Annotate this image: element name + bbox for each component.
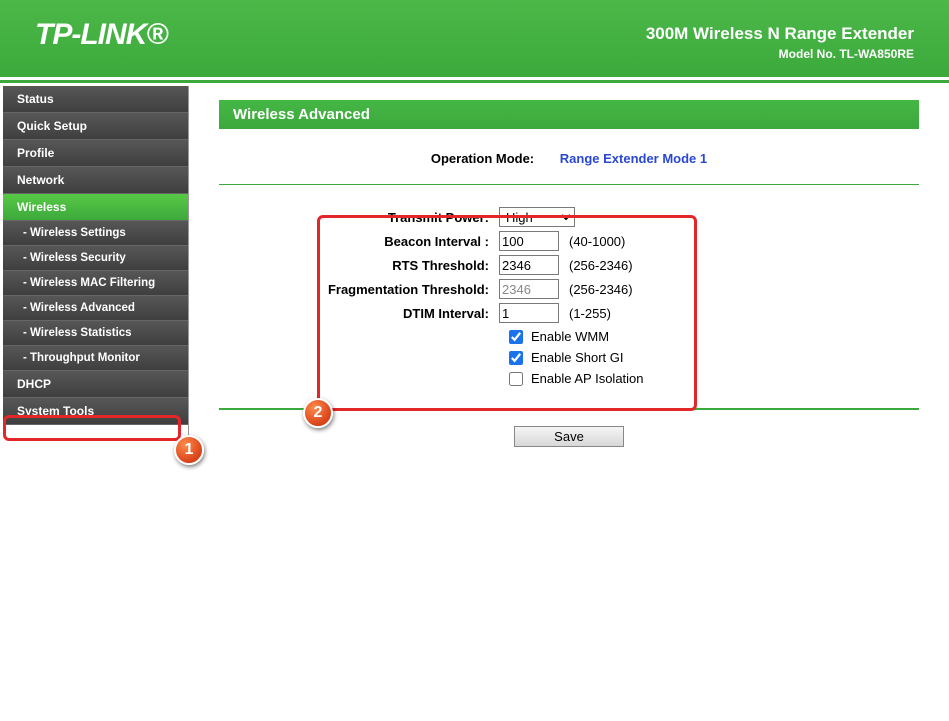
frag-threshold-hint: (256-2346) bbox=[569, 282, 633, 297]
transmit-power-label: Transmit Power: bbox=[219, 210, 499, 225]
sidebar-item-network[interactable]: Network bbox=[3, 167, 188, 194]
frag-threshold-input[interactable] bbox=[499, 279, 559, 299]
enable-short-gi-label: Enable Short GI bbox=[531, 350, 624, 365]
enable-ap-isolation-checkbox[interactable] bbox=[509, 372, 523, 386]
enable-wmm-checkbox[interactable] bbox=[509, 330, 523, 344]
rts-threshold-label: RTS Threshold: bbox=[219, 258, 499, 273]
rts-threshold-input[interactable] bbox=[499, 255, 559, 275]
sidebar-item--throughput-monitor[interactable]: - Throughput Monitor bbox=[3, 346, 188, 371]
sidebar-item-status[interactable]: Status bbox=[3, 86, 188, 113]
sidebar-item-quick-setup[interactable]: Quick Setup bbox=[3, 113, 188, 140]
sidebar-item-system-tools[interactable]: System Tools bbox=[3, 398, 188, 425]
sidebar-item-wireless[interactable]: Wireless bbox=[3, 194, 188, 221]
header: TP-LINK® 300M Wireless N Range Extender … bbox=[0, 0, 949, 80]
content: Wireless Advanced Operation Mode: Range … bbox=[188, 86, 949, 447]
form-area: Transmit Power: High Beacon Interval : (… bbox=[219, 185, 919, 408]
sidebar-item--wireless-advanced[interactable]: - Wireless Advanced bbox=[3, 296, 188, 321]
save-button[interactable]: Save bbox=[514, 426, 624, 447]
model-number: Model No. TL-WA850RE bbox=[646, 47, 914, 61]
product-name: 300M Wireless N Range Extender bbox=[646, 24, 914, 44]
page-title: Wireless Advanced bbox=[219, 100, 919, 129]
enable-wmm-label: Enable WMM bbox=[531, 329, 609, 344]
frag-threshold-label: Fragmentation Threshold: bbox=[219, 282, 499, 297]
sidebar-item--wireless-settings[interactable]: - Wireless Settings bbox=[3, 221, 188, 246]
operation-mode-row: Operation Mode: Range Extender Mode 1 bbox=[219, 151, 919, 185]
sidebar: StatusQuick SetupProfileNetworkWireless-… bbox=[0, 86, 188, 447]
sidebar-item--wireless-statistics[interactable]: - Wireless Statistics bbox=[3, 321, 188, 346]
sidebar-item-profile[interactable]: Profile bbox=[3, 140, 188, 167]
header-right: 300M Wireless N Range Extender Model No.… bbox=[646, 24, 914, 61]
beacon-interval-label: Beacon Interval : bbox=[219, 234, 499, 249]
operation-mode-label: Operation Mode: bbox=[431, 151, 534, 166]
sidebar-item--wireless-mac-filtering[interactable]: - Wireless MAC Filtering bbox=[3, 271, 188, 296]
dtim-interval-input[interactable] bbox=[499, 303, 559, 323]
sidebar-item-dhcp[interactable]: DHCP bbox=[3, 371, 188, 398]
dtim-interval-hint: (1-255) bbox=[569, 306, 611, 321]
operation-mode-value: Range Extender Mode 1 bbox=[560, 151, 707, 166]
dtim-interval-label: DTIM Interval: bbox=[219, 306, 499, 321]
beacon-interval-input[interactable] bbox=[499, 231, 559, 251]
beacon-interval-hint: (40-1000) bbox=[569, 234, 625, 249]
save-row: Save bbox=[219, 409, 919, 447]
enable-short-gi-checkbox[interactable] bbox=[509, 351, 523, 365]
rts-threshold-hint: (256-2346) bbox=[569, 258, 633, 273]
transmit-power-select[interactable]: High bbox=[499, 207, 575, 227]
enable-ap-isolation-label: Enable AP Isolation bbox=[531, 371, 644, 386]
sidebar-item--wireless-security[interactable]: - Wireless Security bbox=[3, 246, 188, 271]
